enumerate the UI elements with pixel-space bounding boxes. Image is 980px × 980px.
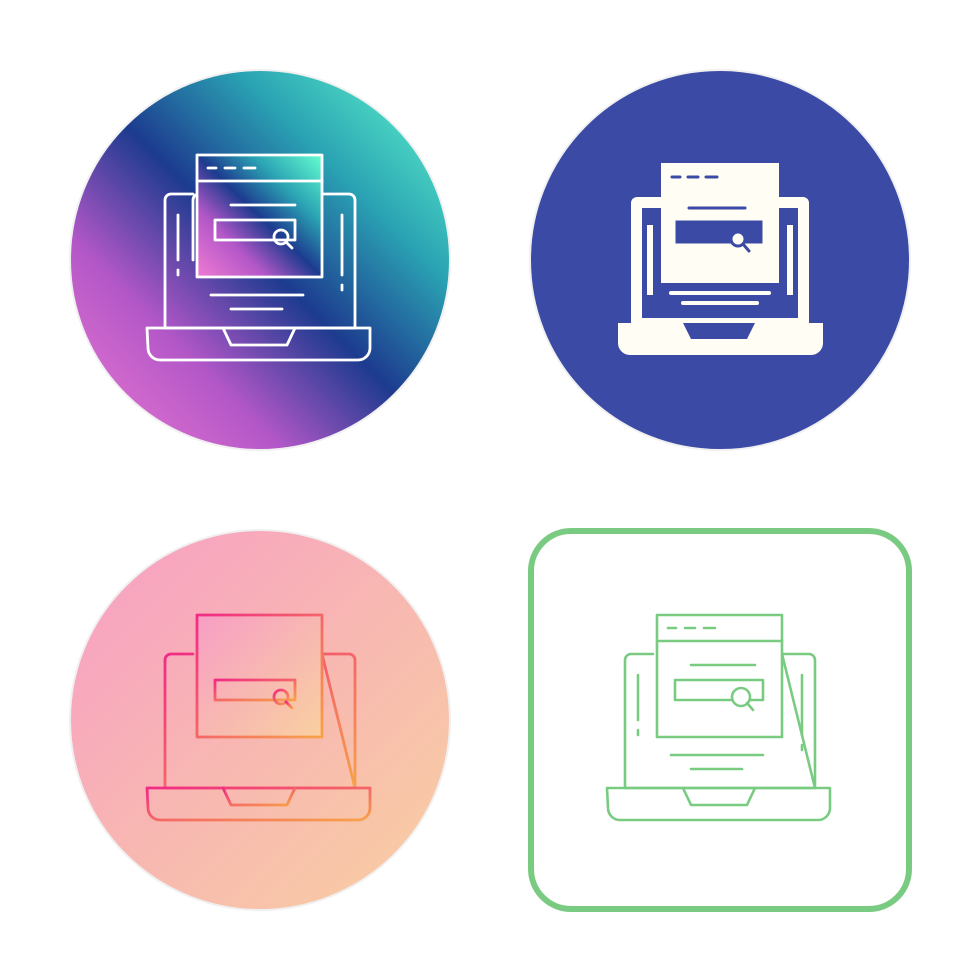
laptop-search-glyph-icon (529, 69, 911, 451)
laptop-search-pastel-circle-tile[interactable] (65, 525, 455, 915)
laptop-notch (683, 323, 755, 339)
browser-window (655, 613, 784, 739)
icon-set (0, 0, 980, 980)
laptop-search-line-icon (69, 69, 451, 451)
search-bar (675, 220, 763, 244)
browser-window (195, 613, 324, 739)
laptop-search-glyph-circle-tile[interactable] (525, 65, 915, 455)
laptop-search-outline-icon (528, 528, 912, 912)
laptop-search-gradient-line-icon (69, 529, 451, 911)
laptop-search-gradient-circle-tile[interactable] (65, 65, 455, 455)
laptop-search-outline-square-tile[interactable] (525, 525, 915, 915)
browser-window (195, 153, 324, 279)
